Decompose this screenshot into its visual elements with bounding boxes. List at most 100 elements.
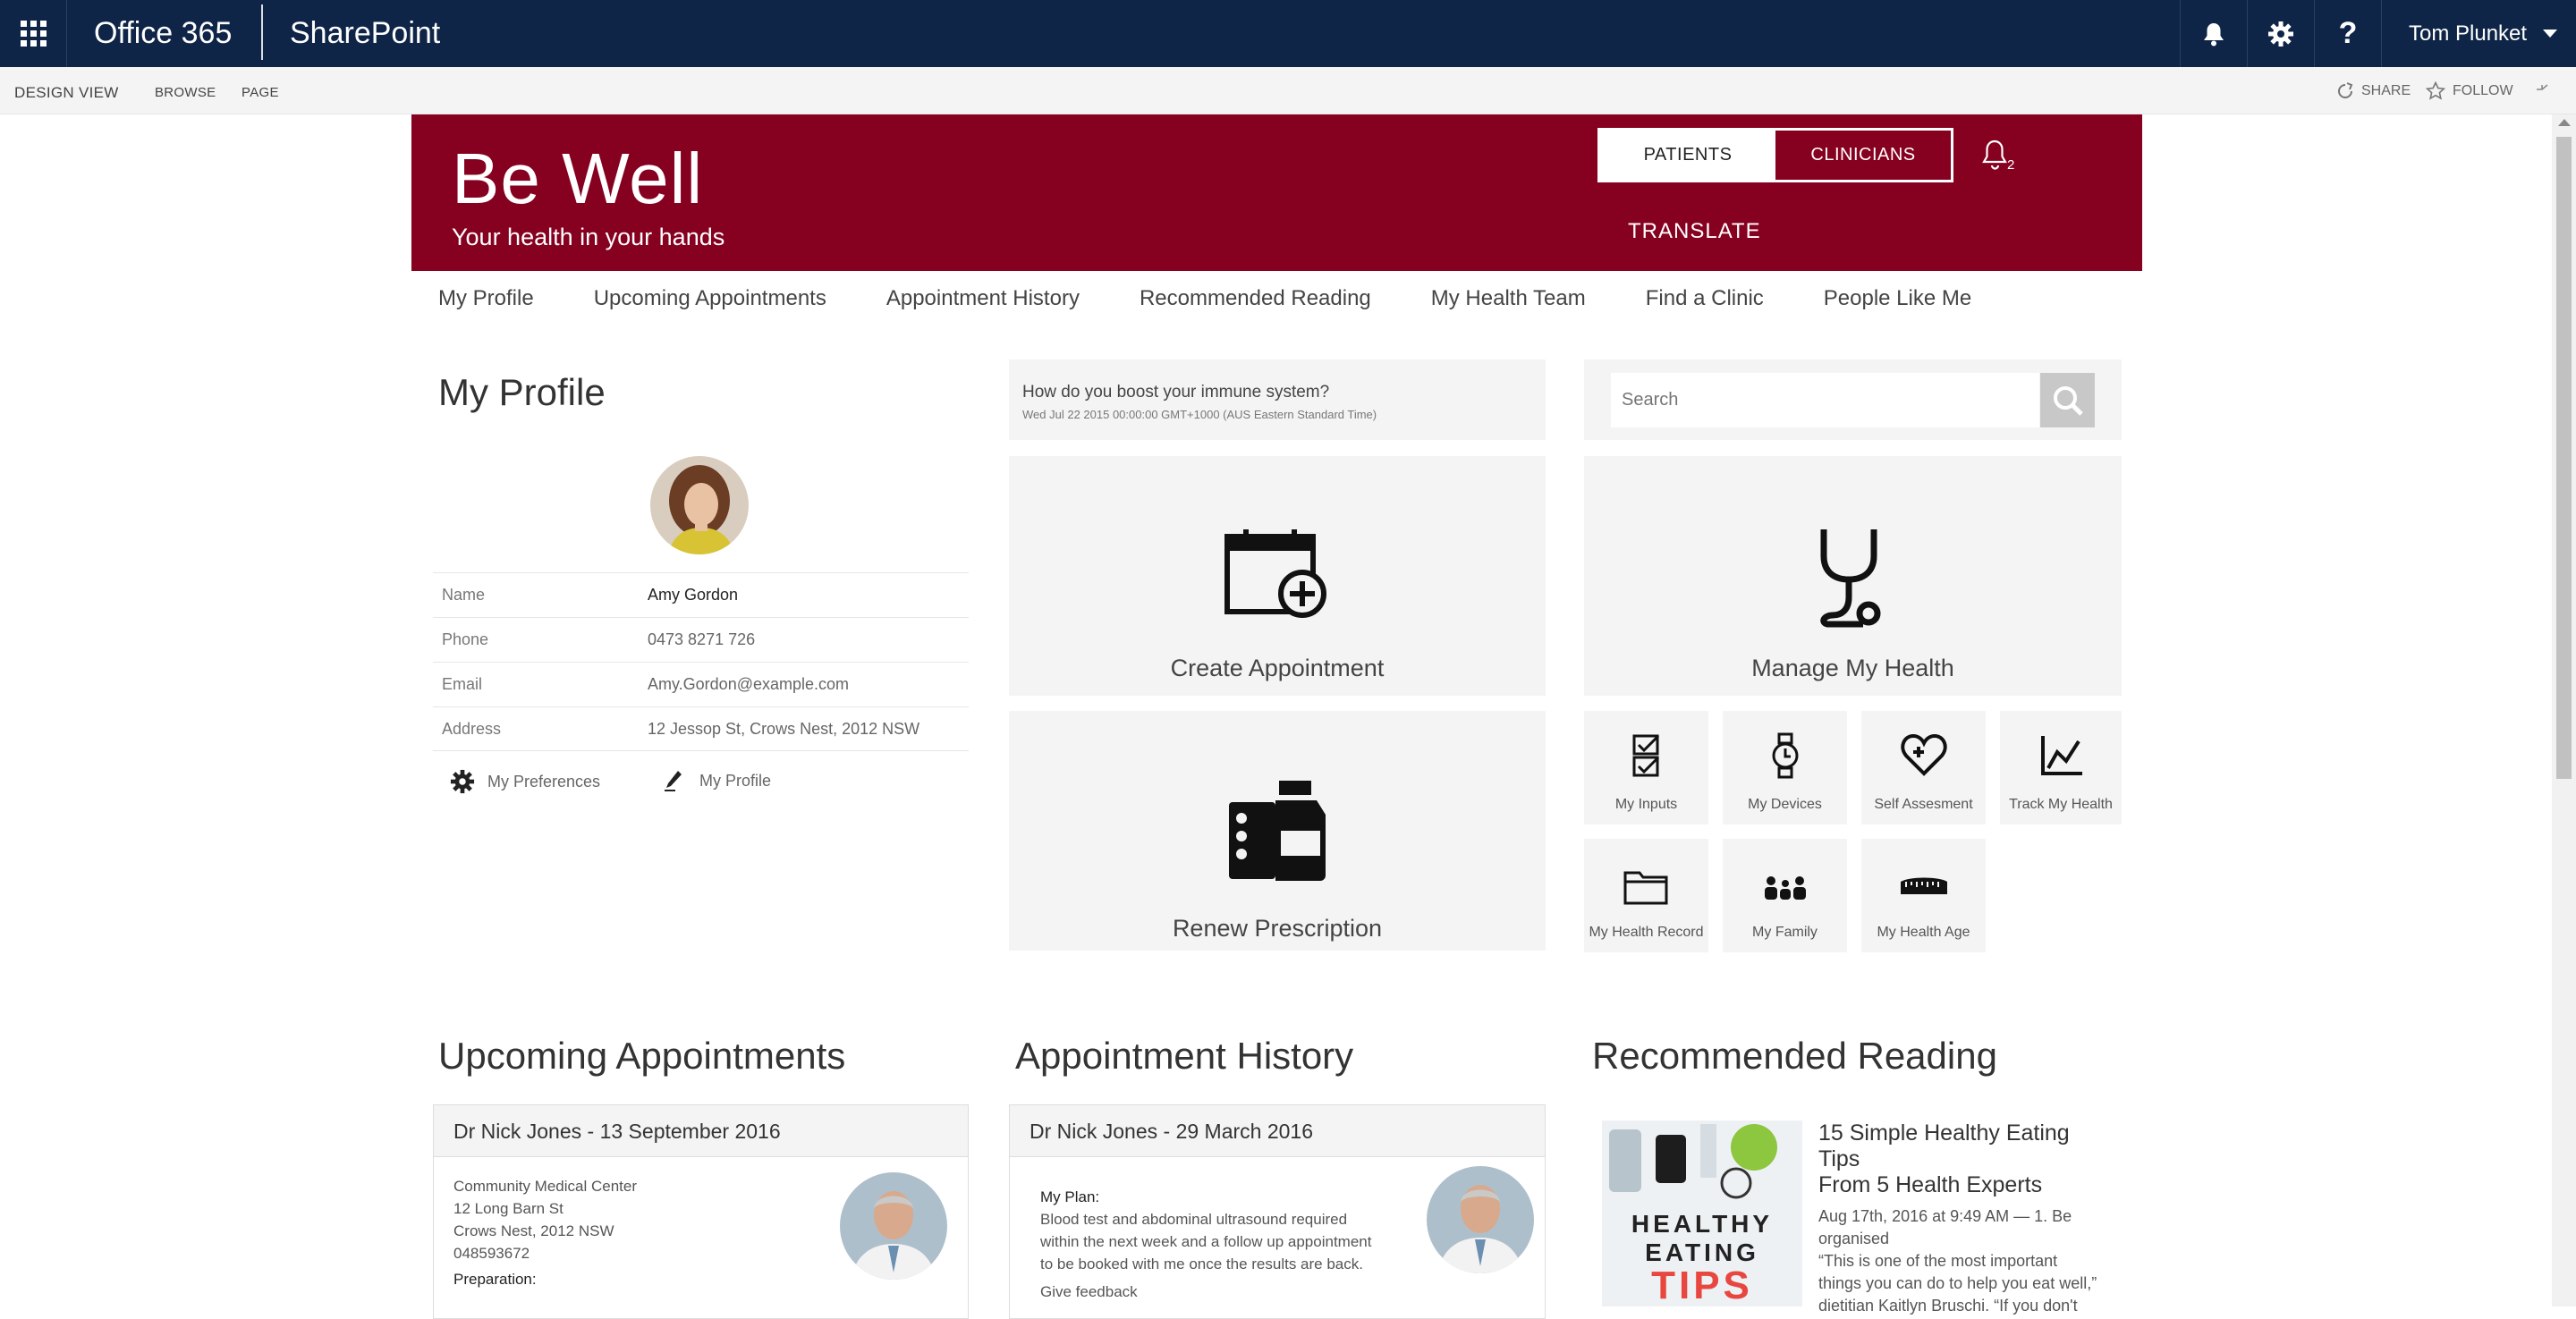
heart-plus-icon [1901,734,1947,776]
nav-appointment-history[interactable]: Appointment History [886,286,1080,317]
edit-profile-link[interactable]: My Profile [664,769,771,792]
scroll-up-arrow[interactable] [2558,119,2571,126]
avatar [650,456,749,554]
my-devices-tile[interactable]: My Devices [1723,711,1847,824]
clinic-phone: 048593672 [453,1245,530,1262]
family-icon [1765,876,1806,900]
plan-line: to be booked with me once the results ar… [1040,1256,1363,1272]
preferences-link[interactable]: My Preferences [450,769,600,794]
watch-icon [1772,732,1799,779]
article-thumbnail[interactable]: HEALTHY EATING TIPS [1602,1120,1802,1306]
article-title[interactable]: 15 Simple Healthy Eating Tips From 5 Hea… [1818,1120,2114,1198]
upcoming-appointment-card[interactable]: Dr Nick Jones - 13 September 2016 Commun… [433,1104,969,1319]
thumbnail-text-healthy: HEALTHY [1631,1210,1774,1238]
profile-details: Name Amy Gordon Phone 0473 8271 726 Emai… [433,572,969,751]
search-button[interactable] [2040,373,2095,427]
alerts-count: 2 [2007,157,2015,173]
profile-value: 12 Jessop St, Crows Nest, 2012 NSW [648,719,920,738]
news-date: Wed Jul 22 2015 00:00:00 GMT+1000 (AUS E… [1022,408,1377,421]
patients-toggle[interactable]: PATIENTS [1600,131,1775,180]
my-family-label: My Family [1752,925,1818,940]
news-tile[interactable]: How do you boost your immune system? Wed… [1009,359,1546,440]
self-assessment-tile[interactable]: Self Assesment [1861,711,1986,824]
follow-button[interactable]: FOLLOW [2426,67,2513,114]
my-family-tile[interactable]: My Family [1723,839,1847,952]
news-question: How do you boost your immune system? [1022,383,1330,402]
nav-recommended-reading[interactable]: Recommended Reading [1140,286,1371,317]
health-record-label: My Health Record [1589,925,1704,940]
search-input[interactable] [1611,373,2039,427]
page-tab[interactable]: PAGE [242,67,279,114]
article-title-line: From 5 Health Experts [1818,1172,2043,1197]
track-health-tile[interactable]: Track My Health [2000,711,2122,824]
plan-label: My Plan: [1040,1188,1100,1205]
nav-my-profile[interactable]: My Profile [438,286,534,317]
article-title-line: 15 Simple Healthy Eating Tips [1818,1120,2070,1171]
give-feedback-link[interactable]: Give feedback [1040,1281,1371,1303]
track-health-label: Track My Health [2009,797,2113,812]
address-line: Crows Nest, 2012 NSW [453,1222,614,1239]
sharepoint-link[interactable]: SharePoint [290,0,440,67]
medication-icon [1229,781,1326,881]
history-appointment-card[interactable]: Dr Nick Jones - 29 March 2016 My Plan: B… [1009,1104,1546,1319]
reading-heading: Recommended Reading [1592,1035,1997,1077]
clinic-address: Community Medical Center 12 Long Barn St… [453,1175,637,1290]
app-launcher-button[interactable] [0,0,67,67]
doctor-photo [1427,1166,1534,1273]
share-button[interactable]: SHARE [2336,67,2411,114]
preferences-label: My Preferences [487,772,601,791]
focus-content-button[interactable] [2535,67,2549,114]
search-panel [1584,359,2122,440]
manage-health-label: Manage My Health [1751,655,1954,681]
profile-row-name: Name Amy Gordon [433,572,969,617]
gear-icon [2268,21,2293,47]
translate-button[interactable]: TRANSLATE [1628,219,1761,244]
plan-line: within the next week and a follow up app… [1040,1233,1372,1250]
office365-link[interactable]: Office 365 [94,0,232,67]
nav-upcoming-appointments[interactable]: Upcoming Appointments [594,286,826,317]
alerts-button[interactable]: 2 [1980,138,2016,182]
profile-label: Email [442,675,483,693]
article-meta-line: Aug 17th, 2016 at 9:49 AM — 1. Be [1818,1207,2072,1225]
doctor-photo [840,1172,947,1280]
profile-value: Amy.Gordon@example.com [648,675,850,693]
profile-heading: My Profile [438,371,606,413]
help-button[interactable]: ? [2314,0,2381,67]
scrollbar-thumb[interactable] [2556,137,2572,779]
renew-prescription-tile[interactable]: Renew Prescription [1009,711,1546,951]
nav-people-like-me[interactable]: People Like Me [1824,286,1971,317]
edit-profile-label: My Profile [699,771,772,790]
star-icon [2426,80,2445,100]
article-excerpt-line: “This is one of the most important [1818,1252,2058,1270]
design-view-tab[interactable]: DESIGN VIEW [14,67,119,114]
my-devices-label: My Devices [1748,797,1822,812]
nav-find-a-clinic[interactable]: Find a Clinic [1646,286,1764,317]
user-menu[interactable]: Tom Plunket [2381,0,2576,67]
health-record-tile[interactable]: My Health Record [1584,839,1708,952]
pencil-icon [665,771,682,791]
site-subtitle: Your health in your hands [452,224,725,250]
focus-icon [2537,83,2548,90]
help-icon: ? [2338,16,2358,50]
manage-health-tile[interactable]: Manage My Health [1584,456,2122,696]
health-age-tile[interactable]: My Health Age [1861,839,1986,952]
create-appointment-label: Create Appointment [1170,655,1385,681]
stethoscope-icon [1820,529,1881,628]
profile-value: Amy Gordon [648,586,739,604]
history-card-title: Dr Nick Jones - 29 March 2016 [1010,1105,1545,1157]
browse-tab[interactable]: BROWSE [155,67,216,114]
profile-label: Address [442,719,502,738]
create-appointment-tile[interactable]: Create Appointment [1009,456,1546,696]
checklist-icon [1632,734,1660,777]
self-assessment-label: Self Assesment [1874,797,1973,812]
plan-line: Blood test and abdominal ultrasound requ… [1040,1211,1348,1228]
upcoming-card-title: Dr Nick Jones - 13 September 2016 [434,1105,968,1157]
notifications-button[interactable] [2180,0,2247,67]
profile-value: 0473 8271 726 [648,630,756,648]
my-inputs-tile[interactable]: My Inputs [1584,711,1708,824]
site-title[interactable]: Be Well [452,138,703,220]
article-excerpt-line: things you can do to help you eat well,” [1818,1274,2097,1292]
clinicians-toggle[interactable]: CLINICIANS [1775,131,1951,180]
settings-button[interactable] [2247,0,2314,67]
nav-my-health-team[interactable]: My Health Team [1431,286,1586,317]
